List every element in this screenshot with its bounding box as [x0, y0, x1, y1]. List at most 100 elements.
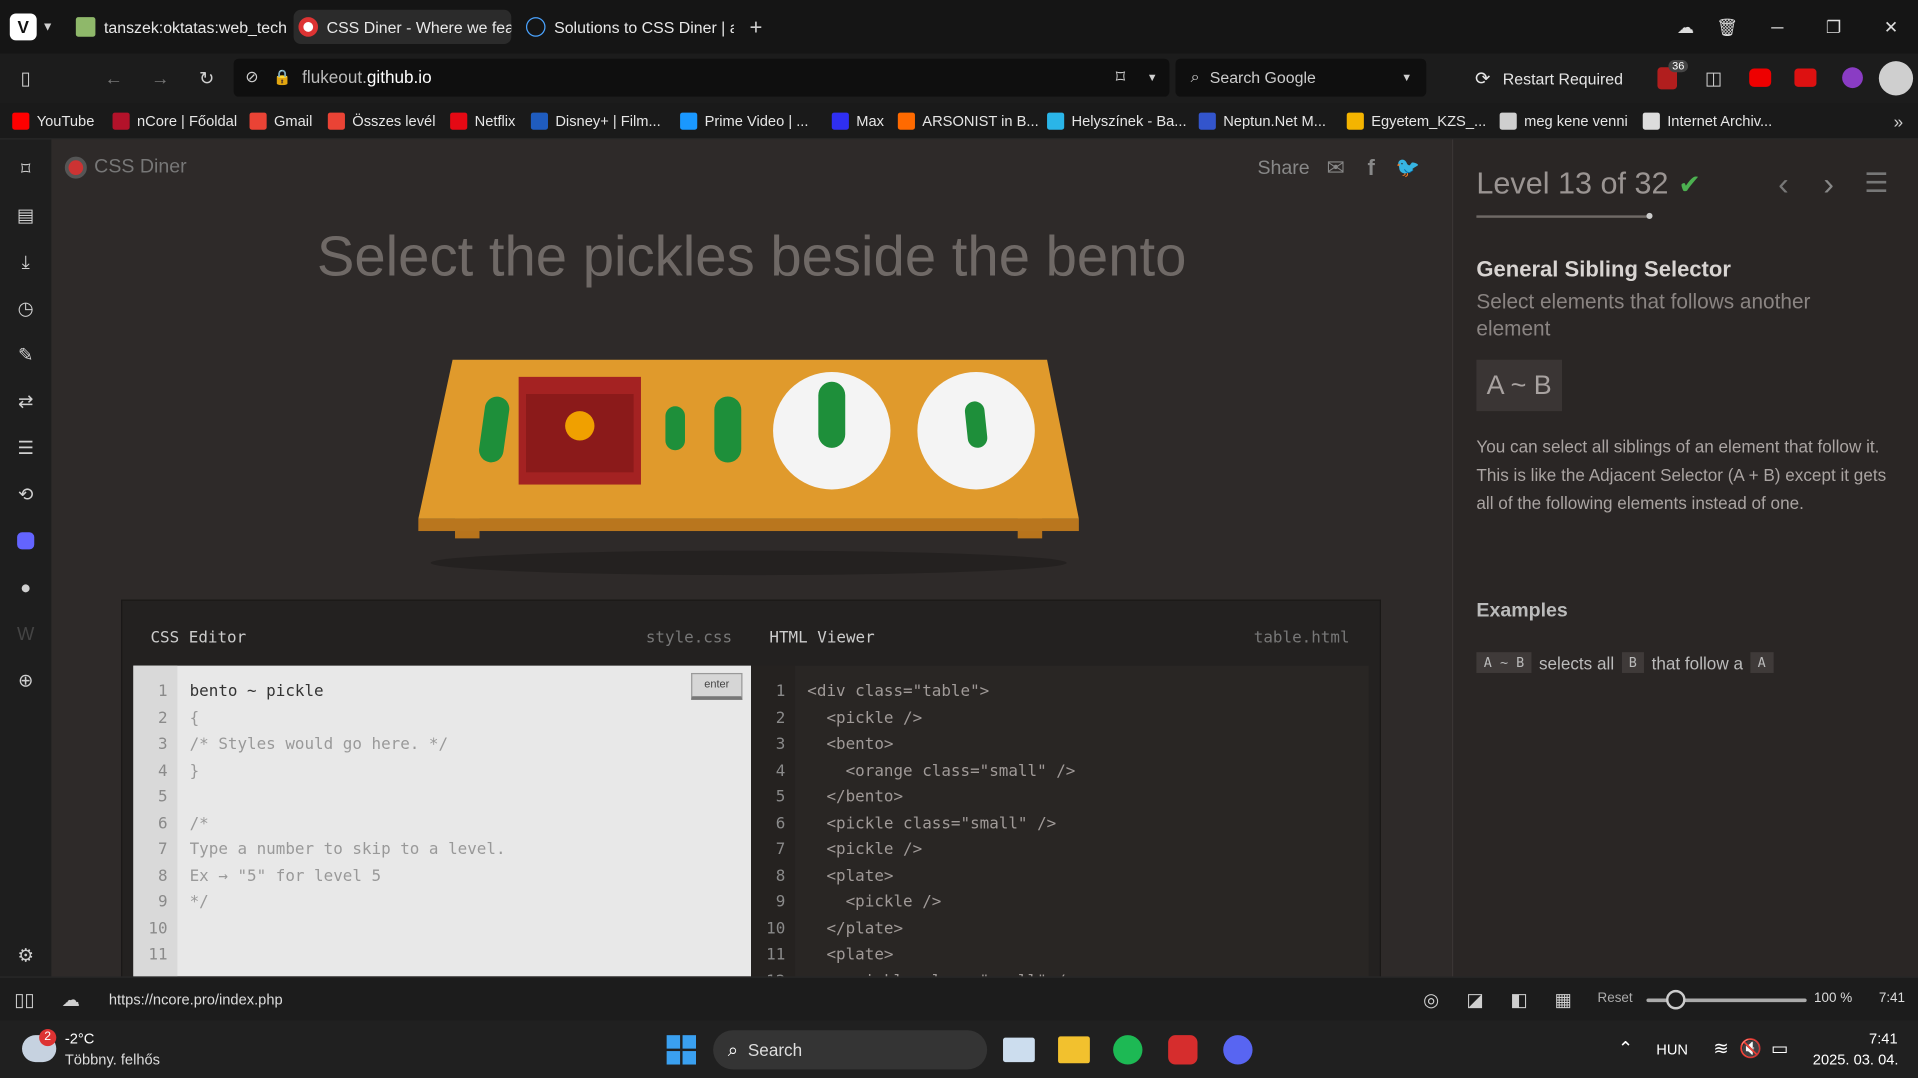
bookmark-item[interactable]: Egyetem_KZS_...	[1346, 110, 1486, 132]
next-level-icon[interactable]: ›	[1815, 165, 1842, 202]
language-indicator[interactable]: HUN	[1656, 1041, 1688, 1058]
tray-chevron-up-icon[interactable]: ⌃	[1615, 1038, 1637, 1060]
chevron-down-icon[interactable]: ▼	[1144, 69, 1161, 86]
bookmark-item[interactable]: ARSONIST in B...	[897, 110, 1039, 132]
pickle[interactable]	[818, 381, 846, 448]
tab-tiling-icon[interactable]: ◪	[1463, 987, 1487, 1011]
instructions-panel: Level 13 of 32 ✔ ‹ › ☰ General Sibling S…	[1451, 139, 1918, 977]
file-explorer-icon[interactable]	[1058, 1036, 1090, 1064]
translate-icon[interactable]: ⇄	[11, 387, 40, 416]
spotify-icon[interactable]	[1113, 1035, 1143, 1065]
cloud-sync-icon[interactable]: ☁	[1671, 12, 1700, 41]
youtube-extension-icon[interactable]	[1749, 68, 1772, 87]
bookmark-item[interactable]: meg kene venni	[1499, 110, 1628, 132]
panel-toggle-icon[interactable]: ▯▯	[12, 987, 36, 1011]
profile-avatar[interactable]	[1878, 61, 1914, 96]
line-number: 8	[775, 866, 786, 886]
code-line: Ex → "5" for level 5	[189, 866, 382, 886]
code-line: <orange class="small" />	[807, 761, 1076, 781]
sync-icon[interactable]: ⟲	[11, 480, 40, 509]
chevron-down-icon[interactable]: ▼	[1398, 69, 1415, 86]
tab-3[interactable]: Solutions to CSS Diner | anc	[521, 10, 734, 44]
more-bookmarks-icon[interactable]: »	[1887, 110, 1909, 132]
mastodon-icon[interactable]	[11, 526, 40, 555]
add-panel-icon[interactable]: ⊕	[11, 666, 40, 695]
tab-2[interactable]: CSS Diner - Where we feast	[293, 9, 512, 45]
css-diner-logo[interactable]: CSS Diner	[64, 156, 187, 179]
bookmark-item[interactable]: Internet Archiv...	[1642, 110, 1772, 132]
zoom-reset-button[interactable]: Reset	[1597, 991, 1632, 1006]
start-icon[interactable]	[666, 1035, 697, 1065]
trash-icon[interactable]: 🗑	[1712, 12, 1741, 41]
notes-icon[interactable]: ✎	[11, 340, 40, 369]
chevron-down-icon[interactable]: ▼	[39, 17, 56, 37]
bookmark-item[interactable]: nCore | Főoldal	[112, 110, 237, 132]
bookmark-item[interactable]: Neptun.Net M...	[1198, 110, 1326, 132]
email-icon[interactable]: ✉	[1322, 155, 1349, 179]
restart-required-button[interactable]: ⟳ Restart Required	[1475, 65, 1623, 92]
reader-extension-icon[interactable]: ◫	[1703, 67, 1725, 90]
enter-button[interactable]: enter	[691, 672, 743, 700]
bookmark-item[interactable]: Helyszínek - Ba...	[1047, 110, 1187, 132]
bookmark-item[interactable]: Összes levél	[327, 110, 435, 132]
photos-app-icon[interactable]	[1003, 1037, 1035, 1063]
forward-icon[interactable]: →	[147, 65, 174, 92]
syntax-box: A ~ B	[1476, 359, 1563, 412]
wifi-icon[interactable]: ≋	[1710, 1038, 1732, 1060]
twitter-icon[interactable]: 🐦	[1393, 155, 1422, 179]
css-editor[interactable]: enter 1 bento ~ pickle 2 {3 /* Styles would …	[133, 665, 752, 977]
panel-toggle-icon[interactable]: ▯	[12, 65, 39, 92]
bookmarks-panel-icon[interactable]: ⌑	[11, 154, 40, 183]
bookmark-favicon-icon	[530, 112, 548, 130]
window-panel-icon[interactable]: ☰	[11, 433, 40, 462]
previous-level-icon[interactable]: ‹	[1770, 165, 1797, 202]
discord-icon[interactable]	[1223, 1035, 1253, 1065]
windows-taskbar: 2 -2°C Többny. felhős ⌕ Search ⌃ HUN ≋ 🔇…	[0, 1020, 1918, 1078]
downloads-icon[interactable]: ⤓	[11, 247, 40, 276]
bookmark-item[interactable]: Disney+ | Film...	[530, 110, 661, 132]
volume-muted-icon[interactable]: 🔇	[1739, 1038, 1762, 1060]
search-field[interactable]: ⌕ Search Google ▼	[1175, 58, 1427, 97]
battery-icon[interactable]: ▭	[1769, 1038, 1791, 1060]
back-icon[interactable]: ←	[100, 65, 127, 92]
red-extension-icon[interactable]	[1794, 68, 1817, 87]
selector-name: General Sibling Selector	[1476, 256, 1731, 282]
image-toggle-icon[interactable]: ▦	[1551, 987, 1575, 1011]
level-menu-icon[interactable]: ☰	[1859, 166, 1893, 200]
web-panel-icon[interactable]: ●	[11, 573, 40, 602]
zoom-slider-thumb[interactable]	[1665, 989, 1686, 1010]
tab-1[interactable]: tanszek:oktatas:web_techno	[71, 10, 286, 44]
bookmark-item[interactable]: Netflix	[450, 110, 515, 132]
reading-list-icon[interactable]: ▤	[11, 201, 40, 230]
taskbar-search[interactable]: ⌕ Search	[713, 1030, 988, 1070]
bookmark-item[interactable]: YouTube	[12, 110, 94, 132]
pickle-small[interactable]	[665, 406, 685, 451]
cloud-icon[interactable]: ☁	[59, 987, 83, 1011]
new-tab-icon[interactable]: +	[744, 14, 768, 39]
level-progress	[1476, 215, 1651, 218]
reload-icon[interactable]: ↻	[193, 65, 220, 92]
bookmark-item[interactable]: Max	[831, 110, 884, 132]
facebook-icon[interactable]: f	[1358, 155, 1385, 179]
pickle[interactable]	[714, 396, 742, 463]
orange[interactable]	[565, 411, 595, 441]
bookmark-item[interactable]: Gmail	[249, 110, 312, 132]
history-icon[interactable]: ◷	[11, 294, 40, 323]
logo-text: CSS Diner	[94, 156, 187, 178]
html-viewer: 1 <div class="table"> 2 <pickle /> 3 <bento…	[751, 665, 1369, 977]
bookmark-icon[interactable]: ⌑	[1109, 66, 1131, 88]
vivaldi-menu-icon[interactable]: V	[9, 13, 37, 41]
restore-icon[interactable]: ❐	[1819, 12, 1848, 41]
line-number: 1	[158, 682, 168, 702]
close-icon[interactable]: ✕	[1876, 12, 1905, 41]
url-field[interactable]: ⊘ 🔒 flukeout.github.io ⌑ ▼	[233, 58, 1170, 97]
page-actions-icon[interactable]: ◧	[1507, 987, 1531, 1011]
wikipedia-icon[interactable]: W	[11, 619, 40, 648]
settings-gear-icon[interactable]: ⚙	[11, 941, 40, 970]
vivaldi-app-icon[interactable]	[1168, 1035, 1198, 1065]
minimize-icon[interactable]: ─	[1763, 12, 1792, 41]
compass-extension-icon[interactable]	[1842, 67, 1863, 89]
capture-icon[interactable]: ◎	[1419, 987, 1443, 1011]
bookmark-item[interactable]: Prime Video | ...	[680, 110, 808, 132]
code-line: <pickle />	[807, 893, 942, 912]
